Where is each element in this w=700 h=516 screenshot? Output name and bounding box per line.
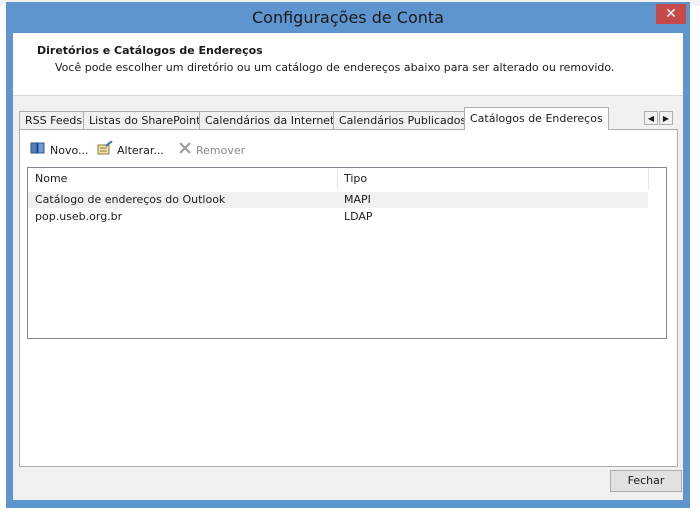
list-item-type: LDAP: [344, 210, 373, 223]
remove-button-label: Remover: [196, 144, 246, 157]
tab-address-books[interactable]: Catálogos de Endereços: [464, 107, 609, 130]
tab-scroll-right-icon[interactable]: ▶: [659, 111, 673, 125]
column-header-type[interactable]: Tipo: [344, 172, 367, 185]
dialog-header: Diretórios e Catálogos de Endereços Você…: [13, 33, 683, 96]
dialog-client-area: Diretórios e Catálogos de Endereços Você…: [13, 33, 683, 500]
address-books-list[interactable]: Nome Tipo Catálogo de endereços do Outlo…: [27, 167, 667, 339]
background-app-right: [690, 6, 700, 516]
close-window-button[interactable]: ✕: [656, 4, 686, 24]
list-item-name: pop.useb.org.br: [35, 210, 123, 223]
tab-sharepoint-lists[interactable]: Listas do SharePoint: [83, 111, 207, 129]
tab-internet-calendars[interactable]: Calendários da Internet: [199, 111, 341, 129]
x-icon: [178, 141, 192, 161]
tab-scroll-left-icon[interactable]: ◀: [644, 111, 658, 125]
new-button-label: Novo...: [50, 144, 89, 157]
new-button[interactable]: Novo...: [30, 141, 89, 159]
header-description: Você pode escolher um diretório ou um ca…: [55, 61, 615, 74]
tab-rss-feeds[interactable]: RSS Feeds: [19, 111, 89, 129]
header-title: Diretórios e Catálogos de Endereços: [37, 44, 263, 57]
list-item[interactable]: Catálogo de endereços do Outlook MAPI: [28, 192, 648, 208]
column-header-name[interactable]: Nome: [35, 172, 67, 185]
dialog-body: RSS Feeds Listas do SharePoint Calendári…: [13, 96, 683, 500]
change-button[interactable]: Alterar...: [97, 140, 164, 161]
column-separator: [337, 168, 338, 189]
close-button[interactable]: Fechar: [610, 470, 682, 492]
account-settings-dialog: Configurações de Conta ✕ Diretórios e Ca…: [6, 2, 690, 508]
change-button-label: Alterar...: [117, 144, 164, 157]
address-book-icon: [30, 141, 46, 161]
tab-published-calendars[interactable]: Calendários Publicados: [333, 111, 473, 129]
dialog-title: Configurações de Conta: [252, 8, 444, 27]
edit-card-icon: [97, 140, 113, 161]
list-item-name: Catálogo de endereços do Outlook: [35, 193, 226, 206]
column-separator: [648, 168, 649, 189]
list-item[interactable]: pop.useb.org.br LDAP: [28, 209, 648, 225]
list-item-type: MAPI: [344, 193, 371, 206]
title-bar[interactable]: Configurações de Conta ✕: [6, 2, 690, 32]
remove-button[interactable]: Remover: [178, 141, 245, 159]
address-books-panel: Novo... Alterar... Remover Nome Tipo Cat…: [19, 129, 678, 467]
